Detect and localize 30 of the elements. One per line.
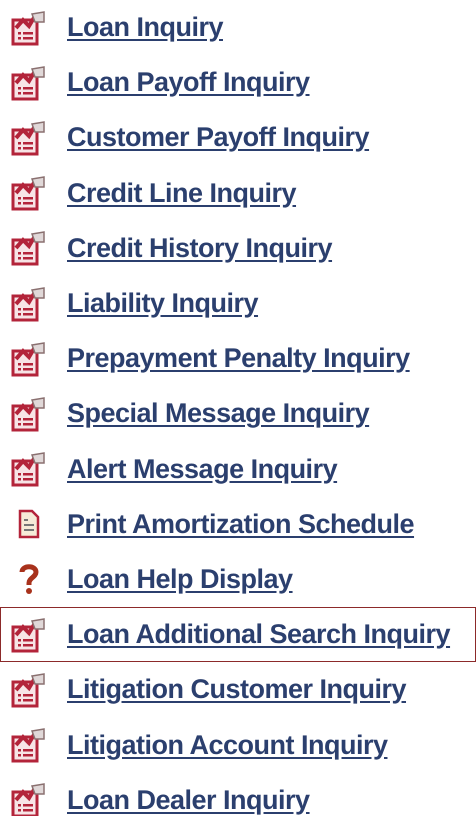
form-icon: [10, 396, 48, 432]
help-icon: [18, 563, 40, 596]
menu-item[interactable]: Loan Inquiry: [0, 0, 476, 56]
menu-item[interactable]: Loan Payoff Inquiry: [0, 55, 476, 110]
form-icon: [10, 286, 48, 322]
form-icon: [10, 64, 48, 101]
menu-item[interactable]: Special Message Inquiry: [0, 386, 476, 442]
form-icon: [10, 451, 48, 488]
form-icon: [10, 175, 48, 212]
form-icon: [10, 727, 48, 764]
menu-item[interactable]: Litigation Account Inquiry: [0, 717, 476, 773]
menu-item[interactable]: Credit History Inquiry: [0, 220, 476, 276]
form-icon: [10, 10, 48, 46]
menu-item[interactable]: Liability Inquiry: [0, 276, 476, 332]
menu-item[interactable]: Customer Payoff Inquiry: [0, 110, 476, 166]
menu-item[interactable]: Prepayment Penalty Inquiry: [0, 331, 476, 386]
menu-item[interactable]: Print Amortization Schedule: [0, 496, 476, 552]
menu-item[interactable]: Litigation Customer Inquiry: [0, 662, 476, 718]
form-icon: [10, 340, 48, 377]
menu-item[interactable]: Credit Line Inquiry: [0, 166, 476, 221]
menu-item[interactable]: Loan Additional Search Inquiry: [0, 607, 476, 662]
form-icon: [10, 782, 48, 816]
document-icon: [18, 509, 40, 540]
form-icon: [10, 672, 48, 708]
menu-item[interactable]: Alert Message Inquiry: [0, 442, 476, 497]
menu-item[interactable]: Loan Help Display: [0, 552, 476, 608]
form-icon: [10, 120, 48, 156]
menu-item[interactable]: Loan Dealer Inquiry: [0, 772, 476, 816]
form-icon: [10, 230, 48, 266]
form-icon: [10, 616, 48, 653]
